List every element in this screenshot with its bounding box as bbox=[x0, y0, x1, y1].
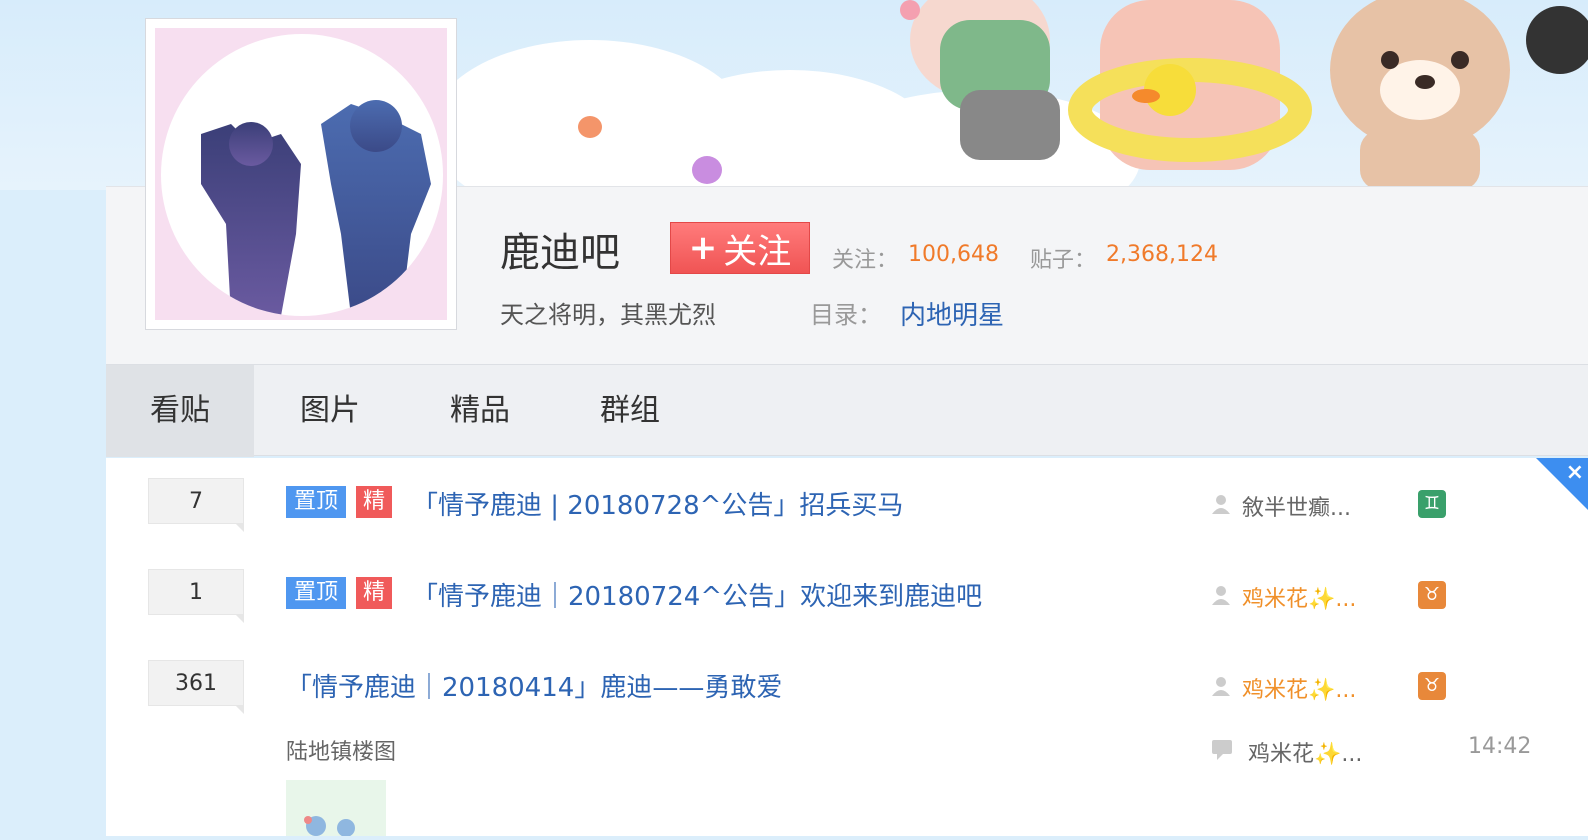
comment-icon bbox=[1212, 740, 1232, 760]
tab-featured[interactable]: 精品 bbox=[406, 365, 554, 457]
posts-count: 2,368,124 bbox=[1106, 242, 1218, 267]
directory-label: 目录： bbox=[810, 301, 882, 329]
thread-author[interactable]: 鸡米花✨... bbox=[1242, 581, 1356, 613]
taurus-zodiac-icon: ♉ bbox=[1418, 581, 1446, 609]
thread-abstract: 陆地镇楼图 bbox=[286, 740, 397, 765]
reply-count: 361 bbox=[148, 660, 244, 714]
thread-thumbnail-image[interactable] bbox=[286, 780, 386, 837]
forum-name: 鹿迪吧 bbox=[500, 230, 620, 276]
close-icon: × bbox=[1565, 460, 1584, 485]
pinned-badge: 置顶 bbox=[286, 577, 346, 609]
thread-author[interactable]: 敘半世癫... bbox=[1242, 490, 1351, 522]
thread-title-link[interactable]: 「情予鹿迪 | 20180728^公告」招兵买马 bbox=[412, 485, 903, 522]
plus-icon: + bbox=[688, 228, 718, 268]
user-icon bbox=[1212, 495, 1230, 514]
followers-count: 100,648 bbox=[908, 242, 999, 267]
thread-list: × 7 置顶 精 「情予鹿迪 | 20180728^公告」招兵买马 敘半世癫..… bbox=[106, 458, 1588, 837]
balloon-decoration bbox=[692, 156, 722, 184]
last-reply-user[interactable]: 鸡米花✨... bbox=[1248, 736, 1362, 768]
pinned-badge: 置顶 bbox=[286, 486, 346, 518]
tab-threads[interactable]: 看贴 bbox=[106, 365, 254, 457]
thumbnail-illustration bbox=[304, 816, 355, 837]
last-reply-time: 14:42 bbox=[1468, 734, 1532, 759]
balloon-decoration bbox=[578, 116, 602, 138]
forum-slogan: 天之将明，其黑尤烈 bbox=[500, 301, 716, 329]
featured-badge: 精 bbox=[356, 577, 392, 609]
followers-label: 关注： bbox=[832, 248, 899, 273]
follow-button-label: 关注 bbox=[723, 231, 792, 272]
thread-title-link[interactable]: 「情予鹿迪｜20180724^公告」欢迎来到鹿迪吧 bbox=[412, 576, 982, 613]
close-corner-button[interactable]: × bbox=[1536, 458, 1588, 510]
forum-avatar[interactable] bbox=[145, 18, 457, 330]
thread-title-link[interactable]: 「情予鹿迪｜20180414」鹿迪——勇敢爱 bbox=[286, 667, 782, 704]
cartoon-characters-illustration bbox=[900, 0, 1588, 190]
thread-author[interactable]: 鸡米花✨... bbox=[1242, 672, 1356, 704]
reply-count: 7 bbox=[148, 478, 244, 532]
featured-badge: 精 bbox=[356, 486, 392, 518]
avatar-silhouettes-image bbox=[201, 100, 431, 316]
posts-label: 贴子： bbox=[1030, 248, 1097, 273]
directory-link[interactable]: 内地明星 bbox=[900, 295, 1004, 332]
tab-pictures[interactable]: 图片 bbox=[256, 365, 404, 457]
user-icon bbox=[1212, 677, 1230, 696]
gemini-zodiac-icon: ♊ bbox=[1418, 490, 1446, 518]
user-icon bbox=[1212, 586, 1230, 605]
taurus-zodiac-icon: ♉ bbox=[1418, 672, 1446, 700]
forum-tabs: 看贴 图片 精品 群组 bbox=[106, 364, 1588, 457]
reply-count: 1 bbox=[148, 569, 244, 623]
follow-button[interactable]: + 关注 bbox=[670, 222, 810, 274]
tab-groups[interactable]: 群组 bbox=[556, 365, 704, 457]
